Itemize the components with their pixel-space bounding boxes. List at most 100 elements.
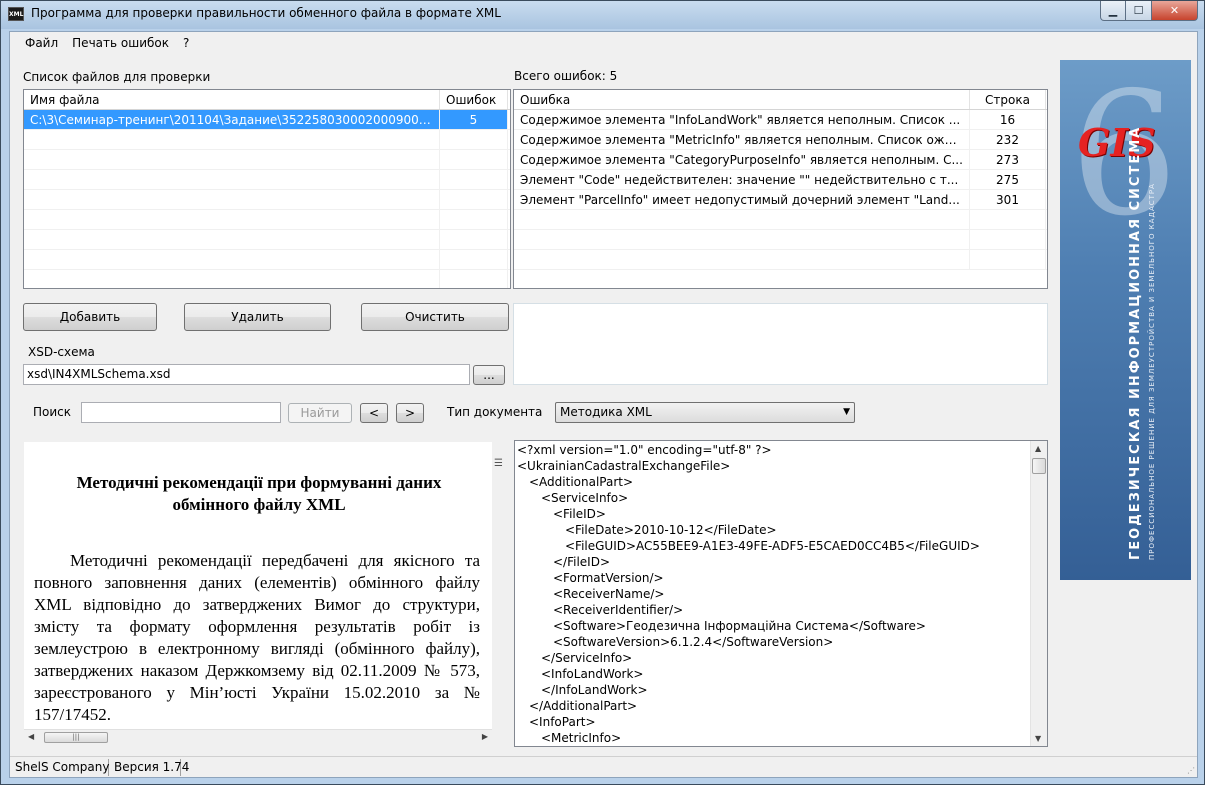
error-message-cell: Элемент "Code" недействителен: значение …: [514, 170, 970, 189]
xml-line: <FormatVersion/>: [553, 571, 664, 585]
error-row[interactable]: Содержимое элемента "MetricInfo" являетс…: [514, 130, 1047, 150]
document-body: Методичні рекомендації передбачені для я…: [34, 550, 480, 726]
errors-total-label: Всего ошибок: 5: [514, 69, 618, 83]
xml-source-view[interactable]: <?xml version="1.0" encoding="utf-8" ?> <…: [514, 440, 1048, 747]
menu-help[interactable]: ?: [176, 36, 196, 50]
files-list-label: Список файлов для проверки: [23, 70, 211, 84]
menu-bar: Файл Печать ошибок ?: [10, 32, 1197, 54]
xml-line: <MetricInfo>: [541, 731, 622, 745]
minimize-button[interactable]: ▁: [1100, 1, 1126, 21]
error-row[interactable]: Элемент "Code" недействителен: значение …: [514, 170, 1047, 190]
xml-line: </FileID>: [553, 555, 611, 569]
empty-row: [24, 170, 510, 190]
error-row[interactable]: Содержимое элемента "InfoLandWork" являе…: [514, 110, 1047, 130]
column-header-error[interactable]: Ошибка: [514, 90, 970, 109]
empty-row: [24, 230, 510, 250]
xml-line: </InfoLandWork>: [541, 683, 648, 697]
menu-file[interactable]: Файл: [18, 36, 65, 50]
client-area: Файл Печать ошибок ? Список файлов для п…: [9, 31, 1198, 778]
xsd-path-field[interactable]: xsd\IN4XMLSchema.xsd: [23, 364, 470, 385]
empty-row: [24, 130, 510, 150]
resize-grip-icon[interactable]: ⋰: [1187, 766, 1195, 775]
scroll-thumb[interactable]: |||: [44, 732, 108, 743]
scroll-left-icon[interactable]: ◀: [28, 732, 34, 741]
empty-row: [24, 250, 510, 270]
doc-horizontal-scrollbar[interactable]: ◀ ||| ▶: [24, 729, 492, 745]
error-message-cell: Элемент "ParcelInfo" имеет недопустимый …: [514, 190, 970, 209]
xml-line: <AdditionalPart>: [529, 475, 634, 489]
xml-line: <SoftwareVersion>6.1.2.4</SoftwareVersio…: [553, 635, 834, 649]
window-title: Программа для проверки правильности обме…: [31, 6, 501, 20]
error-line-cell: 16: [970, 110, 1046, 129]
error-details-panel: [513, 303, 1048, 385]
gis-logo-banner: 6 GIS ГЕОДЕЗИЧЕСКАЯ ИНФОРМАЦИОННАЯ СИСТЕ…: [1060, 60, 1191, 580]
add-button[interactable]: Добавить: [23, 303, 157, 331]
xml-line: <ReceiverName/>: [553, 587, 665, 601]
error-line-cell: 273: [970, 150, 1046, 169]
error-row[interactable]: Элемент "ParcelInfo" имеет недопустимый …: [514, 190, 1047, 210]
file-errors-cell: 5: [440, 110, 508, 129]
xsd-label: XSD-схема: [28, 345, 95, 359]
xml-line: </ServiceInfo>: [541, 651, 633, 665]
find-button[interactable]: Найти: [288, 403, 352, 423]
xml-line: <Software>Геодезична Інформаційна Систем…: [553, 619, 926, 633]
scroll-right-icon[interactable]: ▶: [482, 732, 488, 741]
xml-vertical-scrollbar[interactable]: ▲ ▼: [1030, 441, 1047, 746]
document-paragraph: Методичні рекомендації передбачені для я…: [34, 551, 480, 724]
column-header-errors[interactable]: Ошибок: [440, 90, 508, 109]
file-name-cell: C:\3\Семинар-тренинг\201104\Задание\3522…: [24, 110, 440, 129]
error-message-cell: Содержимое элемента "InfoLandWork" являе…: [514, 110, 970, 129]
logo-brand: GIS: [1078, 120, 1156, 165]
scroll-thumb[interactable]: [1032, 458, 1046, 474]
logo-tagline: ГЕОДЕЗИЧЕСКАЯ ИНФОРМАЦИОННАЯ СИСТЕМА: [1128, 125, 1143, 560]
ruler-icon[interactable]: ☰: [494, 458, 503, 469]
errors-listview[interactable]: Ошибка Строка Содержимое элемента "InfoL…: [513, 89, 1048, 289]
files-list-header: Имя файла Ошибок: [24, 90, 510, 110]
xml-line: <?xml version="1.0" encoding="utf-8" ?>: [517, 443, 772, 457]
document-preview[interactable]: Методичні рекомендації при формуванні да…: [24, 442, 492, 744]
xml-line: <InfoPart>: [529, 715, 596, 729]
search-input[interactable]: [81, 402, 281, 423]
error-line-cell: 301: [970, 190, 1046, 209]
column-header-filename[interactable]: Имя файла: [24, 90, 440, 109]
empty-row: [514, 210, 1047, 230]
file-row[interactable]: C:\3\Семинар-тренинг\201104\Задание\3522…: [24, 110, 510, 130]
close-button[interactable]: ✕: [1152, 1, 1198, 21]
error-message-cell: Содержимое элемента "CategoryPurposeInfo…: [514, 150, 970, 169]
doc-type-label: Тип документа: [447, 405, 543, 419]
errors-list-header: Ошибка Строка: [514, 90, 1047, 110]
scroll-down-icon[interactable]: ▼: [1035, 734, 1041, 743]
empty-row: [24, 150, 510, 170]
remove-button[interactable]: Удалить: [184, 303, 331, 331]
browse-xsd-button[interactable]: ...: [473, 365, 505, 385]
empty-row: [514, 250, 1047, 270]
xml-line: <ServiceInfo>: [541, 491, 629, 505]
status-company: ShelS Company: [12, 759, 109, 776]
xml-line: <ReceiverIdentifier/>: [553, 603, 684, 617]
clear-button[interactable]: Очистить: [361, 303, 509, 331]
files-listview[interactable]: Имя файла Ошибок C:\3\Семинар-тренинг\20…: [23, 89, 511, 289]
error-row[interactable]: Содержимое элемента "CategoryPurposeInfo…: [514, 150, 1047, 170]
window-controls: ▁ ☐ ✕: [1100, 1, 1198, 21]
xml-line: <UkrainianCadastralExchangeFile>: [517, 459, 731, 473]
error-line-cell: 275: [970, 170, 1046, 189]
empty-row: [24, 190, 510, 210]
menu-print-errors[interactable]: Печать ошибок: [65, 36, 176, 50]
maximize-button[interactable]: ☐: [1126, 1, 1152, 21]
scroll-up-icon[interactable]: ▲: [1035, 444, 1041, 453]
doc-side-ruler: ☰: [492, 442, 508, 744]
document-title: Методичні рекомендації при формуванні да…: [76, 473, 442, 514]
doc-type-select[interactable]: Методика XML ▼: [555, 402, 855, 423]
column-header-line[interactable]: Строка: [970, 90, 1046, 109]
next-match-button[interactable]: >: [396, 403, 424, 423]
doc-type-selected: Методика XML: [560, 405, 652, 419]
error-message-cell: Содержимое элемента "MetricInfo" являетс…: [514, 130, 970, 149]
xml-line: <InfoLandWork>: [541, 667, 644, 681]
main-window: XML Программа для проверки правильности …: [0, 0, 1205, 785]
xml-line: <FileGUID>AC55BEE9-A1E3-49FE-ADF5-E5CAED…: [565, 539, 980, 553]
logo-subtagline: ПРОФЕССИОНАЛЬНОЕ РЕШЕНИЕ ДЛЯ ЗЕМЛЕУСТРОЙ…: [1148, 183, 1156, 560]
prev-match-button[interactable]: <: [360, 403, 388, 423]
title-bar[interactable]: XML Программа для проверки правильности …: [1, 1, 1204, 29]
search-label: Поиск: [33, 405, 72, 419]
empty-row: [24, 210, 510, 230]
